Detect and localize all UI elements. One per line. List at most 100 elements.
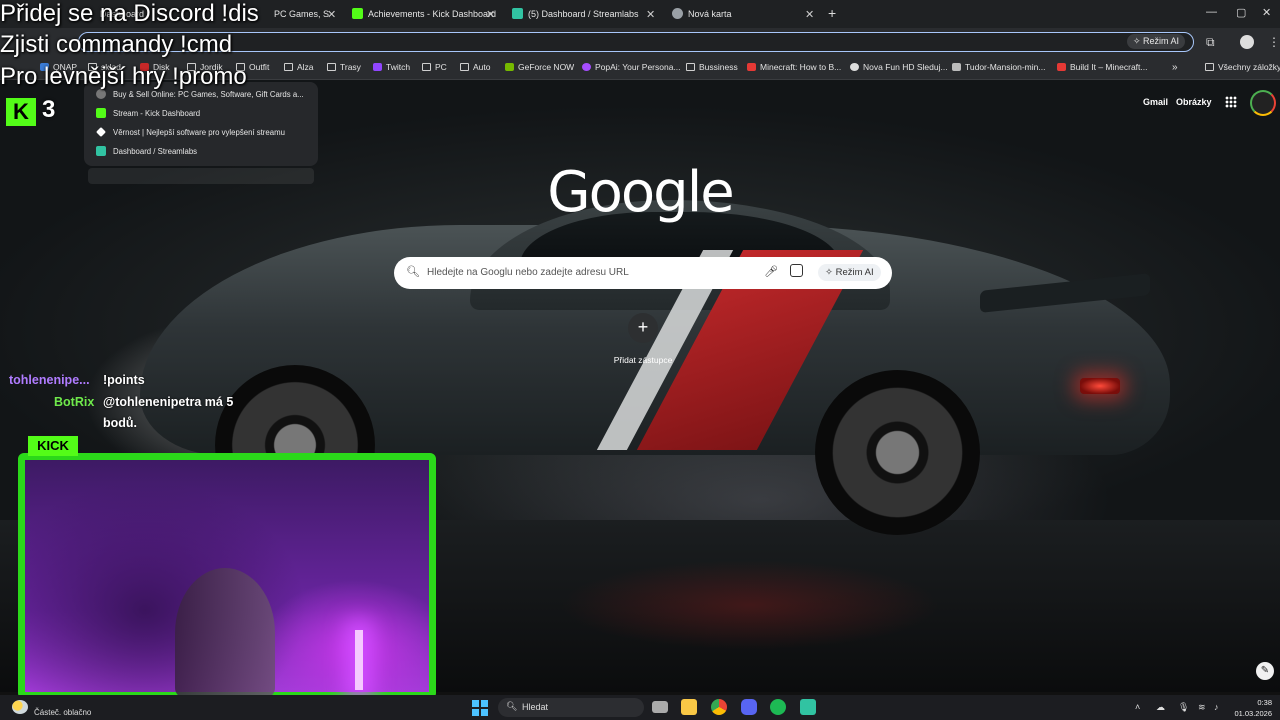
- bookmark-tudor-mansion[interactable]: Tudor-Mansion-min...: [952, 62, 1045, 72]
- image-icon: [952, 63, 961, 71]
- file-explorer-icon[interactable]: [681, 699, 697, 715]
- folder-icon: [284, 63, 293, 71]
- close-icon[interactable]: ✕: [805, 8, 814, 21]
- nova-icon: [850, 63, 859, 71]
- gmail-link[interactable]: Gmail: [1143, 97, 1168, 107]
- folder-icon: [686, 63, 695, 71]
- folder-icon: [1205, 63, 1214, 71]
- bookmark-popai[interactable]: PopAi: Your Persona...: [582, 62, 681, 72]
- google-search-box[interactable]: 🔍︎ Hledejte na Googlu nebo zadejte adres…: [394, 257, 892, 289]
- discord-icon[interactable]: [741, 699, 757, 715]
- bookmark-label: Tudor-Mansion-min...: [965, 62, 1046, 72]
- folder-icon: [460, 63, 469, 71]
- streamlabs-icon: [512, 8, 523, 19]
- bookmark-minecraft[interactable]: Minecraft: How to B...: [747, 62, 841, 72]
- bookmark-build-it[interactable]: Build It – Minecraft...: [1057, 62, 1147, 72]
- streamlabs-taskbar-icon[interactable]: [800, 699, 816, 715]
- ai-mode-button[interactable]: ✧ Režim AI: [818, 264, 881, 281]
- extensions-icon[interactable]: ⧉: [1206, 35, 1215, 50]
- bookmark-label: PC: [435, 62, 447, 72]
- nvidia-icon: [505, 63, 514, 71]
- wallpaper-reflection: [560, 560, 940, 650]
- bookmark-label: Trasy: [340, 62, 361, 72]
- profile-icon[interactable]: [1240, 35, 1254, 49]
- tab-label: Nová karta: [688, 9, 732, 19]
- suggestion-highlight: [88, 168, 314, 184]
- ai-mode-label: Režim AI: [1142, 36, 1179, 46]
- bookmark-label: Auto: [473, 62, 491, 72]
- suggestion-label: Dashboard / Streamlabs: [113, 147, 198, 156]
- bookmark-geforce-now[interactable]: GeForce NOW: [505, 62, 574, 72]
- close-window-icon[interactable]: ✕: [1262, 6, 1271, 19]
- tab-achievements[interactable]: Achievements - Kick Dashboard: [344, 4, 496, 26]
- chat-message-continued: bodů.: [103, 416, 138, 430]
- chat-username: BotRix: [54, 395, 95, 409]
- bookmark-label: Minecraft: How to B...: [760, 62, 842, 72]
- close-icon[interactable]: ✕: [327, 8, 336, 21]
- suggestion-label: Buy & Sell Online: PC Games, Software, G…: [113, 90, 304, 99]
- taskbar-search-label: Hledat: [522, 702, 549, 712]
- screen: Dashboard PC Games, S ✕ Achievements - K…: [0, 0, 1280, 720]
- customize-pencil-icon[interactable]: ✎: [1256, 662, 1274, 680]
- overlay-promo-line: Pro levnější hry !promo: [0, 63, 247, 90]
- bookmark-twitch[interactable]: Twitch: [373, 62, 410, 72]
- kick-logo-icon: K: [6, 98, 36, 126]
- webcam-light-bar: [355, 630, 363, 690]
- car-taillight: [1080, 378, 1120, 394]
- overlay-discord-line: Přidej se na Discord !dis: [0, 0, 259, 27]
- ai-mode-button[interactable]: ✧ Režim AI: [1126, 34, 1185, 49]
- bookmark-bussiness[interactable]: Bussiness: [686, 62, 738, 72]
- maximize-icon[interactable]: ▢: [1236, 6, 1246, 19]
- account-avatar[interactable]: [1250, 90, 1276, 116]
- task-view-icon[interactable]: [652, 701, 668, 713]
- bookmark-nova-fun[interactable]: Nova Fun HD Sleduj...: [850, 62, 948, 72]
- chrome-taskbar-icon[interactable]: [711, 699, 727, 715]
- bookmark-trasy[interactable]: Trasy: [327, 62, 361, 72]
- chat-message: !points: [103, 373, 145, 387]
- spotify-icon[interactable]: [770, 699, 786, 715]
- chat-message: @tohlenenipetra má 5: [103, 395, 234, 409]
- bookmark-label: PopAi: Your Persona...: [595, 62, 681, 72]
- suggestion-item[interactable]: Dashboard / Streamlabs: [96, 146, 197, 156]
- bookmark-alza[interactable]: Alza: [284, 62, 314, 72]
- new-tab-button[interactable]: +: [828, 5, 836, 21]
- bookmark-all[interactable]: Všechny záložky: [1205, 62, 1280, 72]
- bookmark-auto[interactable]: Auto: [460, 62, 491, 72]
- images-link[interactable]: Obrázky: [1176, 97, 1212, 107]
- suggestion-item[interactable]: Věrnost | Nejlepší software pro vylepšen…: [96, 127, 285, 137]
- tray-chevron-icon[interactable]: ˄: [1135, 702, 1140, 712]
- minimize-icon[interactable]: —: [1206, 6, 1217, 18]
- taskbar-search[interactable]: 🔍︎ Hledat: [498, 698, 644, 717]
- close-icon[interactable]: ✕: [486, 8, 495, 21]
- microphone-icon[interactable]: 🎤︎: [764, 265, 778, 278]
- bookmark-pc[interactable]: PC: [422, 62, 447, 72]
- search-icon: 🔍︎: [506, 701, 518, 711]
- google-apps-icon[interactable]: [1225, 96, 1237, 108]
- bookmark-label: Alza: [297, 62, 314, 72]
- tab-label: PC Games, S: [274, 9, 330, 19]
- weather-text[interactable]: Částeč. oblačno: [34, 708, 91, 717]
- weather-icon[interactable]: [12, 700, 28, 714]
- network-drive-icon[interactable]: ☁: [1156, 702, 1165, 713]
- twitch-icon: [373, 63, 382, 71]
- start-button[interactable]: [472, 700, 488, 716]
- folder-icon: [422, 63, 431, 71]
- google-lens-icon[interactable]: [790, 264, 803, 277]
- address-bar[interactable]: ✧ Režim AI: [78, 32, 1194, 52]
- diamond-icon: [96, 127, 106, 137]
- volume-icon[interactable]: ♪: [1214, 702, 1219, 712]
- suggestion-item[interactable]: Stream - Kick Dashboard: [96, 108, 200, 118]
- clock-date: 01.03.2026: [1234, 709, 1272, 718]
- tab-new-tab[interactable]: Nová karta: [664, 4, 814, 26]
- bookmark-label: Všechny záložky: [1218, 62, 1280, 72]
- kick-tag: KICK: [28, 436, 78, 456]
- kick-icon: [96, 108, 106, 118]
- menu-icon[interactable]: ⋮: [1268, 35, 1280, 49]
- tab-streamlabs[interactable]: (5) Dashboard / Streamlabs: [504, 4, 654, 26]
- close-icon[interactable]: ✕: [646, 8, 655, 21]
- add-shortcut-button[interactable]: +: [628, 313, 658, 343]
- microphone-tray-icon[interactable]: 🎙︎: [1178, 702, 1189, 713]
- taskbar-clock[interactable]: 0:38 01.03.2026: [1232, 697, 1272, 719]
- bookmarks-overflow-icon[interactable]: »: [1172, 62, 1178, 73]
- wifi-icon[interactable]: ≋: [1198, 702, 1206, 713]
